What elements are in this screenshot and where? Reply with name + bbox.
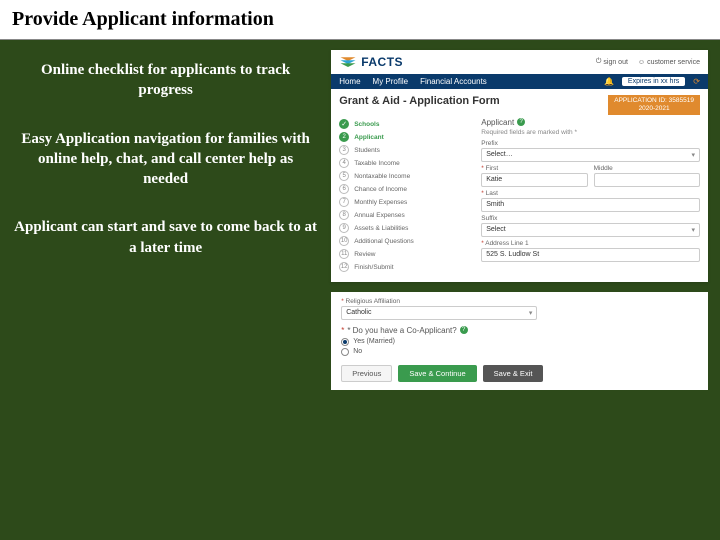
help-icon[interactable]: ? [517, 118, 525, 126]
help-icon[interactable]: ? [460, 326, 468, 334]
previous-button[interactable]: Previous [341, 365, 392, 382]
suffix-label: Suffix [481, 215, 700, 222]
religious-affiliation-select[interactable]: Catholic [341, 306, 537, 320]
session-expires: Expires in xx hrs [622, 77, 685, 86]
step-additional-questions[interactable]: 10Additional Questions [339, 235, 473, 248]
last-input[interactable]: Smith [481, 198, 700, 212]
suffix-select[interactable]: Select [481, 223, 700, 237]
power-icon: ⏻ [596, 58, 602, 66]
title-bar: Provide Applicant information [0, 0, 720, 40]
logo: FACTS [339, 54, 403, 70]
step-assets-liabilities[interactable]: 9Assets & Liabilities [339, 222, 473, 235]
step-taxable-income[interactable]: 4Taxable Income [339, 157, 473, 170]
radio-icon [341, 338, 349, 346]
customer-service-link[interactable]: ☺customer service [638, 58, 700, 66]
nav-home[interactable]: Home [339, 77, 360, 86]
radio-yes[interactable]: Yes (Married) [341, 337, 698, 347]
bullet-2: Easy Application navigation for families… [14, 129, 317, 190]
step-annual-expenses[interactable]: 8Annual Expenses [339, 209, 473, 222]
check-icon [339, 119, 349, 129]
navbar: Home My Profile Financial Accounts 🔔 Exp… [331, 74, 708, 89]
refresh-icon[interactable]: ⟳ [693, 77, 700, 86]
section-heading: Applicant [481, 118, 514, 127]
prefix-label: Prefix [481, 140, 700, 147]
save-exit-button[interactable]: Save & Exit [483, 365, 544, 382]
middle-input[interactable] [594, 173, 700, 187]
middle-label: Middle [594, 165, 700, 172]
step-students[interactable]: 3Students [339, 144, 473, 157]
bell-icon[interactable]: 🔔 [604, 77, 614, 86]
nav-profile[interactable]: My Profile [373, 77, 409, 86]
user-icon: ☺ [638, 59, 645, 66]
step-nontaxable-income[interactable]: 5Nontaxable Income [339, 170, 473, 183]
required-note: Required fields are marked with * [481, 129, 700, 136]
step-schools[interactable]: Schools [339, 118, 473, 131]
coapplicant-question: * Do you have a Co-Applicant? [347, 326, 456, 335]
application-id-badge: APPLICATION ID: 3585519 2020-2021 [608, 95, 700, 115]
nav-accounts[interactable]: Financial Accounts [420, 77, 487, 86]
address-label: * Address Line 1 [481, 240, 700, 247]
checklist-sidebar: Schools 2Applicant 3Students 4Taxable In… [339, 118, 473, 274]
step-applicant[interactable]: 2Applicant [339, 131, 473, 144]
save-continue-button[interactable]: Save & Continue [398, 365, 476, 382]
first-input[interactable]: Katie [481, 173, 587, 187]
bullet-3: Applicant can start and save to come bac… [14, 217, 317, 258]
address-input[interactable]: 525 S. Ludlow St [481, 248, 700, 262]
prefix-select[interactable]: Select… [481, 148, 700, 162]
step-chance-income[interactable]: 6Chance of Income [339, 183, 473, 196]
right-column: FACTS ⏻sign out ☺customer service Home M… [331, 40, 720, 538]
step-finish[interactable]: 12Finish/Submit [339, 261, 473, 274]
radio-no[interactable]: No [341, 347, 698, 357]
app-screenshot-lower: * Religious Affiliation Catholic * * Do … [331, 292, 708, 390]
religious-affiliation-label: * Religious Affiliation [341, 298, 698, 305]
radio-icon [341, 348, 349, 356]
first-label: * First [481, 165, 587, 172]
bullet-1: Online checklist for applicants to track… [14, 60, 317, 101]
logo-text: FACTS [361, 55, 403, 69]
applicant-form: Applicant? Required fields are marked wi… [481, 118, 700, 274]
slide-title: Provide Applicant information [12, 8, 708, 31]
form-title: Grant & Aid - Application Form [339, 95, 500, 107]
facts-logo-icon [339, 54, 357, 70]
step-monthly-expenses[interactable]: 7Monthly Expenses [339, 196, 473, 209]
signout-link[interactable]: ⏻sign out [596, 58, 628, 66]
step-review[interactable]: 11Review [339, 248, 473, 261]
left-column: Online checklist for applicants to track… [0, 40, 331, 538]
app-screenshot-main: FACTS ⏻sign out ☺customer service Home M… [331, 50, 708, 282]
last-label: * Last [481, 190, 700, 197]
